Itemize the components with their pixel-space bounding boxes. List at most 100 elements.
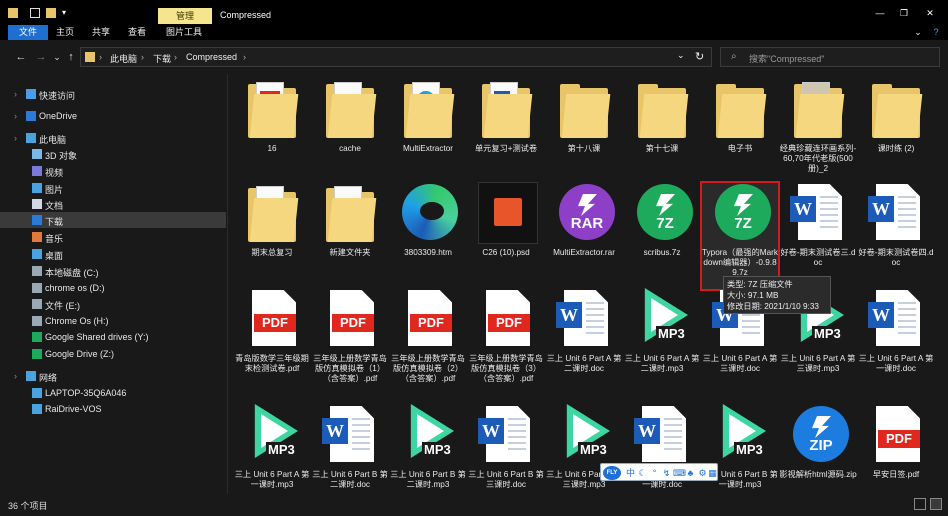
ribbon-expand-icon[interactable]: ⌄ [912, 25, 924, 40]
moon-icon[interactable]: ☾ [637, 466, 648, 480]
navigation-pane: › 快速访问 › OneDrive › 此电脑 3D 对象 视频 图片 文档 下载 音乐 桌面 本地磁盘 … [0, 74, 226, 494]
file-item[interactable]: PDF 三年级上册数学青岛版仿真模拟卷（3）（含答案）.pdf [467, 288, 545, 396]
tab-file[interactable]: 文件 [8, 25, 48, 40]
file-item[interactable]: 经典珍藏连环画系列-60,70年代老版(500册)_2 [779, 78, 857, 186]
up-button[interactable]: ↑ [64, 50, 78, 64]
ime-mode-icon[interactable]: 中 [625, 466, 636, 480]
folder-front-shape [795, 94, 845, 138]
sidebar-item[interactable]: 图片 [0, 180, 226, 196]
file-item[interactable]: RAR MultiExtractor.rar [545, 182, 623, 290]
search-box[interactable]: ⌕ 搜索"Compressed" [720, 47, 940, 67]
sidebar-item[interactable]: 本地磁盘 (C:) [0, 263, 226, 279]
breadcrumb-separator: › [174, 52, 177, 62]
recent-locations-button[interactable]: ⌄ [50, 50, 64, 64]
tab-home[interactable]: 主页 [52, 25, 78, 40]
file-item[interactable]: 单元复习+测试卷 [467, 78, 545, 186]
file-item[interactable]: 3803309.htm [389, 182, 467, 290]
sidebar-item[interactable]: › 网络 [0, 368, 226, 384]
file-item[interactable]: 第十八课 [545, 78, 623, 186]
file-item[interactable]: 7Z scribus.7z [623, 182, 701, 290]
tab-view[interactable]: 查看 [124, 25, 150, 40]
badge-label: RAR [570, 215, 604, 232]
expand-chevron-icon[interactable]: › [14, 133, 17, 143]
sidebar-item[interactable]: 视频 [0, 163, 226, 179]
voice-icon[interactable]: ↯ [661, 466, 672, 480]
tab-picture-tools[interactable]: 图片工具 [162, 25, 206, 40]
breadcrumb-this-pc[interactable]: 此电脑 [110, 52, 137, 65]
file-item[interactable]: 课时练 (2) [857, 78, 935, 186]
large-icons-view-icon[interactable] [930, 498, 942, 510]
fly-logo[interactable]: FLY [603, 466, 621, 480]
sidebar-item-label: 此电脑 [39, 135, 67, 145]
new-folder-icon[interactable] [46, 8, 56, 18]
back-button[interactable]: ← [14, 50, 28, 64]
address-dropdown-icon[interactable]: ⌄ [677, 50, 685, 61]
file-name: scribus.7z [643, 248, 681, 257]
sidebar-item[interactable]: › 快速访问 [0, 86, 226, 102]
sidebar-item[interactable]: Google Drive (Z:) [0, 346, 226, 362]
file-item[interactable]: W 好卷-期末测试卷三.doc [779, 182, 857, 290]
word-file-icon: W [554, 288, 614, 352]
file-item[interactable]: MultiExtractor [389, 78, 467, 186]
file-item[interactable]: C26 (10).psd [467, 182, 545, 290]
file-item[interactable]: 16 [233, 78, 311, 186]
file-item[interactable]: PDF 早安日签.pdf [857, 404, 935, 492]
sidebar-item[interactable]: Google Shared drives (Y:) [0, 329, 226, 345]
sidebar-item-label: 下载 [45, 217, 64, 227]
sidebar-item[interactable]: LAPTOP-35Q6A046 [0, 385, 226, 401]
minimize-button[interactable]: — [872, 8, 888, 22]
file-item[interactable]: W 好卷-期末测试卷四.doc [857, 182, 935, 290]
file-item[interactable]: W 三上 Unit 6 Part B 第三课时.doc [467, 404, 545, 492]
address-bar[interactable]: › 此电脑 › 下载 › Compressed › ⌄ ↻ [80, 47, 712, 67]
forward-button[interactable]: → [34, 50, 48, 64]
file-item[interactable]: PDF 三年级上册数学青岛版仿真模拟卷（2）（含答案）.pdf [389, 288, 467, 396]
expand-chevron-icon[interactable]: › [14, 89, 17, 99]
chevron-down-icon[interactable]: ▾ [62, 8, 72, 18]
punctuation-icon[interactable]: ° [649, 466, 660, 480]
file-item[interactable]: W 三上 Unit 6 Part B 第二课时.doc [311, 404, 389, 492]
file-item[interactable]: 第十七课 [623, 78, 701, 186]
details-view-icon[interactable] [914, 498, 926, 510]
file-item[interactable]: W 三上 Unit 6 Part A 第一课时.doc [857, 288, 935, 396]
file-item[interactable]: cache [311, 78, 389, 186]
file-item[interactable]: 新建文件夹 [311, 182, 389, 290]
refresh-button[interactable]: ↻ [695, 50, 704, 63]
file-item[interactable]: PDF 青岛版数学三年级期末检测试卷.pdf [233, 288, 311, 396]
keyboard-icon[interactable]: ⌨ [673, 466, 686, 480]
pane-divider[interactable] [227, 74, 228, 494]
file-item[interactable]: 电子书 [701, 78, 779, 186]
toolbox-icon[interactable]: ▦ [707, 466, 718, 480]
sidebar-item[interactable]: chrome os (D:) [0, 280, 226, 296]
sidebar-item[interactable]: › 此电脑 [0, 130, 226, 146]
file-item[interactable]: W 三上 Unit 6 Part A 第二课时.doc [545, 288, 623, 396]
close-button[interactable]: ✕ [922, 8, 938, 22]
help-icon[interactable]: ? [930, 25, 942, 40]
file-item[interactable]: MP3 三上 Unit 6 Part A 第二课时.mp3 [623, 288, 701, 396]
properties-icon[interactable] [30, 8, 40, 18]
skin-icon[interactable]: ♣ [685, 466, 696, 480]
file-item[interactable]: 7Z Typora（最强的Markdown编辑器）-0.9.89.7z [700, 181, 780, 291]
sidebar-item[interactable]: Chrome Os (H:) [0, 313, 226, 329]
expand-chevron-icon[interactable]: › [14, 111, 17, 121]
file-item[interactable]: ZIP 影视解析html源码.zip [779, 404, 857, 492]
sidebar-item[interactable]: 3D 对象 [0, 146, 226, 162]
restore-button[interactable]: ❐ [896, 8, 912, 22]
context-tab-manage[interactable]: 管理 [158, 8, 212, 24]
sidebar-item[interactable]: 文件 (E:) [0, 296, 226, 312]
word-file-icon: W [866, 288, 926, 352]
sidebar-item[interactable]: 音乐 [0, 229, 226, 245]
expand-chevron-icon[interactable]: › [14, 371, 17, 381]
sidebar-item[interactable]: 桌面 [0, 246, 226, 262]
sidebar-item[interactable]: 文档 [0, 196, 226, 212]
file-item[interactable]: MP3 三上 Unit 6 Part A 第一课时.mp3 [233, 404, 311, 492]
file-item[interactable]: MP3 三上 Unit 6 Part B 第二课时.mp3 [389, 404, 467, 492]
file-item[interactable]: PDF 三年级上册数学青岛版仿真模拟卷（1）（含答案）.pdf [311, 288, 389, 396]
file-item[interactable]: 期末总复习 [233, 182, 311, 290]
folder-icon [85, 52, 95, 62]
breadcrumb-downloads[interactable]: 下载 [153, 52, 171, 65]
sidebar-item[interactable]: RaiDrive-VOS [0, 401, 226, 417]
breadcrumb-compressed[interactable]: Compressed [186, 52, 237, 62]
tab-share[interactable]: 共享 [88, 25, 114, 40]
sidebar-item[interactable]: › OneDrive [0, 108, 226, 124]
sidebar-item[interactable]: 下载 [0, 212, 226, 228]
